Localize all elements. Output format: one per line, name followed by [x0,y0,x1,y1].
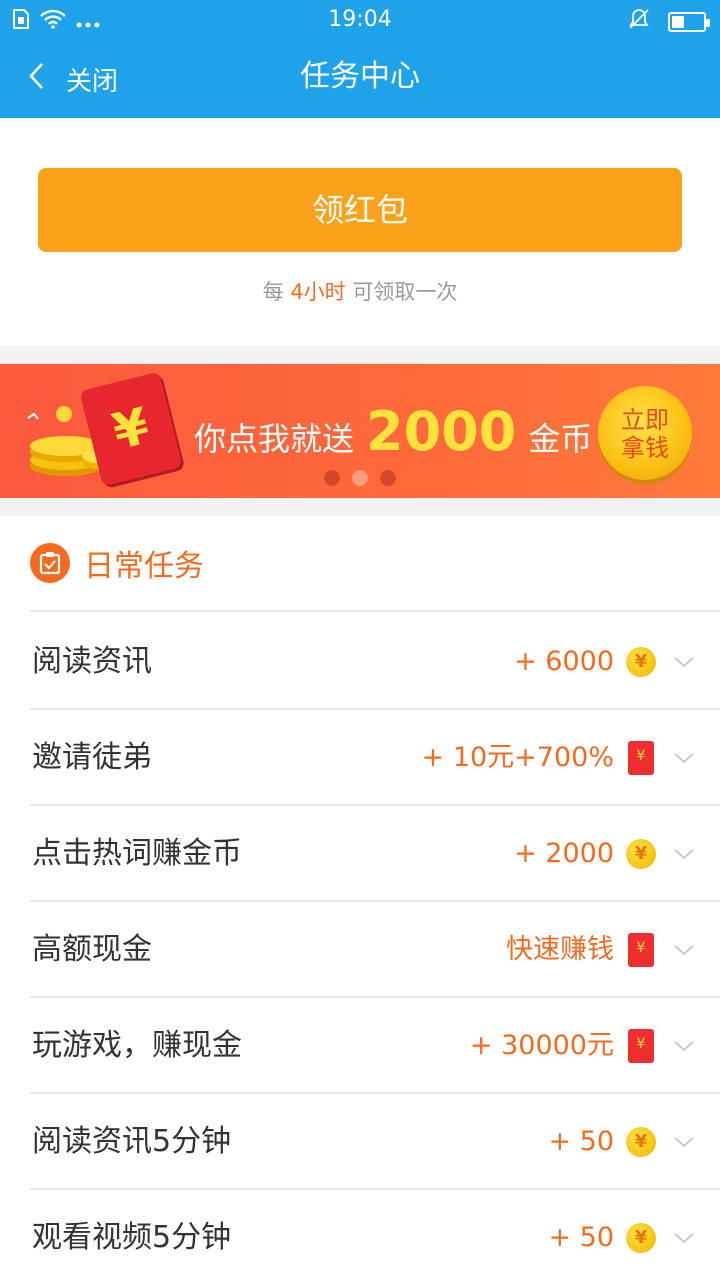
banner-text-after: 金币 [528,420,593,458]
task-row[interactable]: 阅读资讯5分钟 + 50 ¥ [30,1094,720,1190]
banner-amount: 2000 [366,400,517,463]
clipboard-check-icon [30,543,70,583]
task-reward: + 30000元 [469,1030,614,1061]
status-right [628,8,710,36]
task-row[interactable]: 邀请徒弟 + 10元+700% ¥ [30,710,720,806]
status-bar: 19:04 [0,0,720,40]
battery-icon [668,12,710,32]
get-money-button[interactable]: 立即 拿钱 [598,386,692,480]
nav-bar: 关闭 任务中心 [0,40,720,118]
banner-text-before: 你点我就送 [194,420,355,458]
daily-tasks-title: 日常任务 [84,549,204,584]
coin-icon: ¥ [626,1223,656,1253]
task-name: 邀请徒弟 [32,740,152,775]
chevron-down-icon[interactable] [674,748,694,768]
chevron-down-icon[interactable] [674,1228,694,1248]
task-name: 观看视频5分钟 [32,1220,232,1255]
red-packet-section: 领红包 每 4小时 可领取一次 [0,118,720,346]
red-packet-icon: ¥ [628,741,654,775]
carousel-dot[interactable] [380,470,396,486]
status-time: 19:04 [328,7,392,32]
chevron-down-icon[interactable] [674,652,694,672]
coin-icon: ¥ [626,839,656,869]
task-reward: + 50 [548,1222,614,1253]
note-interval: 4小时 [290,280,346,304]
daily-tasks-panel: 日常任务 阅读资讯 + 6000 ¥ 邀请徒弟 + 10元+700% ¥ 点击热词赚金币 + … [0,516,720,1280]
task-row[interactable]: 观看视频5分钟 + 50 ¥ [30,1190,720,1280]
chevron-down-icon[interactable] [674,940,694,960]
task-reward: + 2000 [514,838,614,869]
promo-banner[interactable]: ¥ 你点我就送 2000 金币 立即 拿钱 [0,364,720,498]
daily-tasks-header: 日常任务 [30,516,720,612]
red-packet-icon: ¥ [628,933,654,967]
task-row[interactable]: 高额现金 快速赚钱 ¥ [30,902,720,998]
carousel-dot[interactable] [324,470,340,486]
task-name: 点击热词赚金币 [32,836,242,871]
task-name: 玩游戏，赚现金 [32,1028,242,1063]
task-row[interactable]: 玩游戏，赚现金 + 30000元 ¥ [30,998,720,1094]
note-prefix: 每 [262,280,284,304]
task-reward: + 10元+700% [421,742,614,773]
coin-icon: ¥ [626,647,656,677]
chevron-down-icon[interactable] [674,1132,694,1152]
task-reward: + 6000 [514,646,614,677]
claim-red-packet-button[interactable]: 领红包 [38,168,682,252]
carousel-dots [324,470,396,486]
claim-frequency-note: 每 4小时 可领取一次 [0,276,720,306]
task-reward: + 50 [548,1126,614,1157]
cta-line-1: 立即 [621,406,669,434]
battery-level [672,16,684,28]
chevron-down-icon[interactable] [674,1036,694,1056]
bell-off-icon [628,8,650,36]
task-reward: 快速赚钱 [506,934,614,965]
task-name: 阅读资讯5分钟 [32,1124,232,1159]
carousel-dot[interactable] [352,470,368,486]
task-name: 阅读资讯 [32,644,152,679]
page-title: 任务中心 [300,59,420,94]
top-bar: 19:04 关闭 任务中心 [0,0,720,118]
note-suffix: 可领取一次 [352,280,458,304]
task-name: 高额现金 [32,932,152,967]
coin-icon: ¥ [626,1127,656,1157]
task-row[interactable]: 点击热词赚金币 + 2000 ¥ [30,806,720,902]
chevron-down-icon[interactable] [674,844,694,864]
banner-headline: 你点我就送 2000 金币 [194,400,592,463]
cta-line-2: 拿钱 [621,434,669,462]
task-row[interactable]: 阅读资讯 + 6000 ¥ [30,614,720,710]
red-packet-icon: ¥ [628,1029,654,1063]
